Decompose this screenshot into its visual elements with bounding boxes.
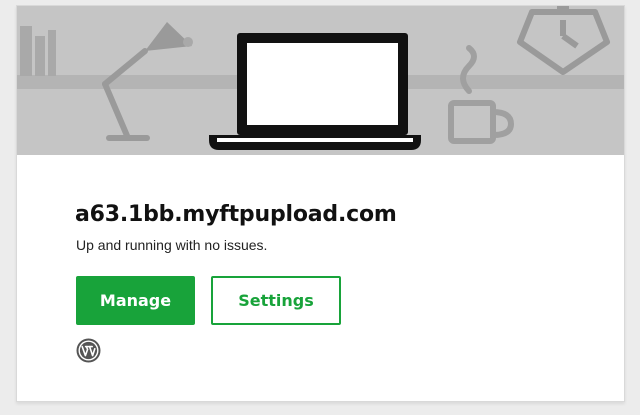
- hero-banner: [17, 6, 624, 155]
- desk-illustration: [17, 6, 624, 150]
- settings-button-label: Settings: [238, 291, 314, 310]
- settings-button[interactable]: Settings: [211, 276, 341, 325]
- manage-button[interactable]: Manage: [76, 276, 195, 325]
- wordpress-icon: [76, 338, 101, 363]
- desk-lamp-icon: [102, 48, 150, 141]
- site-card: a63.1bb.myftpupload.com Up and running w…: [16, 5, 625, 402]
- coffee-mug-icon: [448, 45, 515, 144]
- site-status-text: Up and running with no issues.: [76, 237, 268, 253]
- lamp-shade-icon: [145, 22, 192, 51]
- books-icon: [20, 26, 56, 76]
- manage-button-label: Manage: [99, 291, 172, 310]
- site-domain-title: a63.1bb.myftpupload.com: [75, 202, 397, 227]
- laptop-icon: [209, 33, 421, 150]
- clock-icon: [517, 9, 610, 75]
